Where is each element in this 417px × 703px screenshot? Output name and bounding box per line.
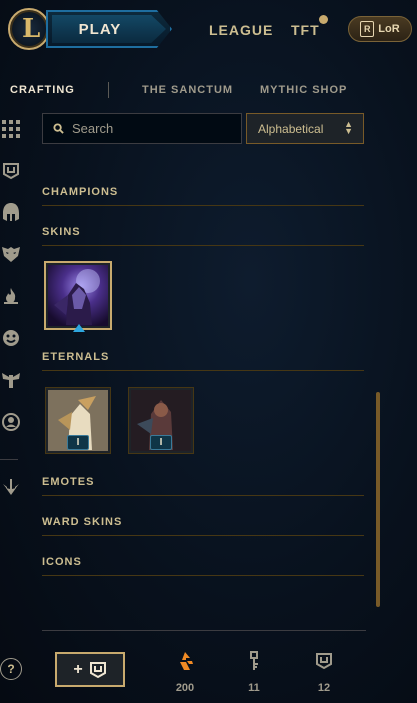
chest-value: 12 [317,682,331,694]
sidebar-separator [0,459,18,460]
chevron-up-down-icon: ▲ ▼ [344,119,353,136]
loot-subnav: CRAFTING THE SANCTUM MYTHIC SHOP [0,74,417,108]
profile-icon[interactable] [0,411,22,433]
skin-art-image [48,265,108,326]
flame-icon[interactable] [0,285,22,307]
section-eternals[interactable]: ETERNALS [42,351,364,371]
key-value: 11 [248,682,260,694]
chest-icon [89,661,106,678]
chest-currency: 12 [304,650,344,694]
plus-label: + [73,660,83,678]
sort-selected-value: Alphabetical [258,121,324,136]
orange-essence-value: 200 [175,682,195,694]
arrow-down-icon[interactable] [0,476,22,498]
lor-card-icon: R [360,21,375,37]
loot-filter-sidebar [0,112,24,512]
section-icons[interactable]: ICONS [42,556,364,576]
tab-mythic-shop[interactable]: MYTHIC SHOP [260,84,347,96]
top-navigation-bar: L PLAY LEAGUE TFT R LoR [0,0,417,60]
subnav-divider [108,82,109,98]
nav-league[interactable]: LEAGUE [209,22,273,38]
ward-icon[interactable] [0,369,22,391]
mask-icon[interactable] [0,243,22,265]
tab-the-sanctum[interactable]: THE SANCTUM [142,84,233,96]
selection-marker-icon [73,324,85,332]
eternal-tile[interactable]: I [128,387,194,454]
logo-letter-icon: L [22,14,41,44]
emote-icon[interactable] [0,327,22,349]
section-emotes[interactable]: EMOTES [42,476,364,496]
search-field[interactable] [42,113,242,144]
orange-essence-currency: 200 [165,650,205,694]
lor-label: LoR [378,23,400,35]
add-chest-button[interactable]: + [55,652,125,687]
eternal-tier-badge: I [67,435,89,450]
play-button[interactable]: PLAY [46,10,172,48]
play-button-label: PLAY [78,20,122,38]
notification-dot [319,15,328,24]
help-button[interactable]: ? [0,658,22,680]
eternal-tile[interactable]: I [45,387,111,454]
key-icon [234,650,274,672]
tab-crafting[interactable]: CRAFTING [10,84,75,96]
search-icon [53,123,64,134]
section-ward-skins[interactable]: WARD SKINS [42,516,364,536]
section-champions[interactable]: CHAMPIONS [42,186,364,206]
helmet-icon[interactable] [0,201,22,223]
skin-shard-tile[interactable] [44,261,112,330]
grid-icon[interactable] [0,118,22,140]
sort-dropdown[interactable]: Alphabetical ▲ ▼ [246,113,364,144]
chest-icon[interactable] [0,160,22,182]
scrollbar-thumb[interactable] [376,392,380,607]
search-input[interactable] [72,121,232,136]
footer-divider [42,630,366,631]
section-skins[interactable]: SKINS [42,226,364,246]
lor-button[interactable]: R LoR [348,16,412,42]
play-button-inner: PLAY [52,15,166,43]
eternal-tier-badge: I [150,435,172,450]
nav-tft[interactable]: TFT [291,22,320,38]
chest-icon [304,650,344,672]
orange-essence-icon [165,650,205,672]
league-logo[interactable]: L [8,8,50,50]
key-currency: 11 [234,650,274,694]
